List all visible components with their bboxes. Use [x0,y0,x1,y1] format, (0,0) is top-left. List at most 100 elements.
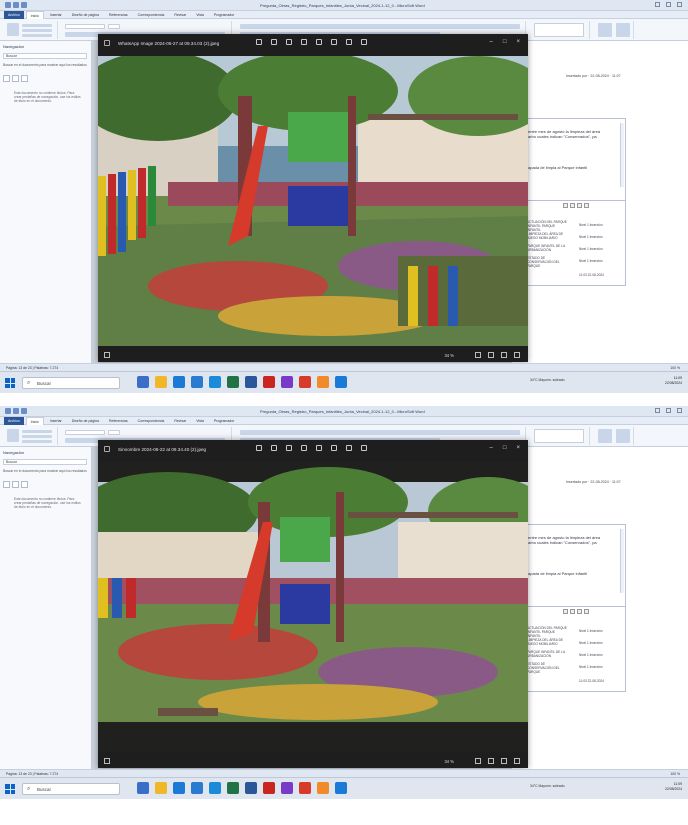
paragraph-buttons[interactable] [240,24,520,29]
review-row[interactable]: LIMPIEZA DEL ÁREA DE JUEGO MOBILIARIO Niv… [527,232,623,243]
fullscreen-icon[interactable] [514,352,520,358]
close-icon[interactable] [677,408,682,413]
review-row[interactable]: PARQUE INFANTIL DE LA URBANIZACIÓN Nivel … [527,244,623,255]
photo-window-controls[interactable]: – □ × [490,445,520,451]
fit-window-icon[interactable] [501,758,507,764]
next-icon[interactable] [584,609,589,614]
navigation-view-buttons[interactable] [3,481,28,488]
accept-icon[interactable] [563,203,568,208]
acrobat-icon[interactable] [263,376,275,388]
minimize-icon[interactable] [655,408,660,413]
maximize-icon[interactable]: □ [503,39,507,45]
zoom-percent[interactable]: 100 % [670,366,680,370]
filmstrip-icon[interactable] [104,352,110,358]
review-row[interactable]: PARQUE INFANTIL DE LA URBANIZACIÓN Nivel … [527,650,623,661]
app-icon[interactable] [299,782,311,794]
rotate-icon[interactable] [286,445,292,451]
file-explorer-icon[interactable] [155,782,167,794]
edit-icon[interactable] [331,445,337,451]
redo-icon[interactable] [21,408,27,414]
headings-view-icon[interactable] [3,481,10,488]
review-row[interactable]: ACTUACIÓN DEL PARQUE INFANTIL PARQUE INF… [527,220,623,232]
review-row[interactable]: ESTADO DE CONSERVACIÓN DEL PARQUE Nivel 1… [527,662,623,674]
format-painter-button[interactable] [22,440,52,443]
zoom-level[interactable]: 34 % [444,759,454,764]
edge-icon[interactable] [209,376,221,388]
review-buttons[interactable] [563,203,589,208]
tab-developer[interactable]: Programador [210,417,238,425]
tab-review[interactable]: Revisar [170,11,190,19]
headings-view-icon[interactable] [3,75,10,82]
next-icon[interactable] [584,203,589,208]
chrome-icon[interactable] [317,376,329,388]
review-row[interactable]: LIMPIEZA DEL ÁREA DE JUEGO MOBILIARIO Niv… [527,638,623,649]
navigation-search-input[interactable]: Buscar [3,53,87,59]
review-row[interactable]: 11:03 22-08-2024 [527,271,623,281]
tab-file[interactable]: Archivo [4,11,24,19]
maximize-icon[interactable] [666,408,671,413]
tab-mailings[interactable]: Correspondencia [134,11,169,19]
review-row[interactable]: ESTADO DE CONSERVACIÓN DEL PARQUE Nivel 1… [527,256,623,268]
share-icon[interactable] [346,39,352,45]
font-size-select[interactable] [108,430,120,435]
review-row[interactable]: 11:03 22-08-2024 [527,677,623,687]
task-view-icon[interactable] [137,376,149,388]
tab-layout[interactable]: Diseño de página [68,417,103,425]
zoom-in-icon[interactable] [271,445,277,451]
chrome-icon[interactable] [317,782,329,794]
photos-icon[interactable] [335,782,347,794]
cut-button[interactable] [22,430,52,433]
styles-gallery[interactable] [534,429,584,443]
minimize-icon[interactable]: – [490,39,493,45]
delete-icon[interactable] [301,445,307,451]
prev-icon[interactable] [577,203,582,208]
navigation-search-input[interactable]: Buscar [3,459,87,465]
store-icon[interactable] [173,782,185,794]
clock[interactable]: 11:09 22/08/2024 [665,376,682,386]
redo-icon[interactable] [21,2,27,8]
tab-insert[interactable]: Insertar [46,11,66,19]
gallery-icon[interactable] [256,39,262,45]
taskbar-search[interactable]: ⌕ Buscar [22,783,120,795]
close-icon[interactable]: × [516,445,520,451]
weather-info[interactable]: 34°C Mayorm. soleado [530,784,565,788]
page-word-count[interactable]: Página: 13 de 23 | Palabras: 7.274 [6,366,58,370]
mail-icon[interactable] [191,376,203,388]
pages-view-icon[interactable] [12,481,19,488]
prev-icon[interactable] [577,609,582,614]
tab-references[interactable]: Referencias [105,417,132,425]
clock[interactable]: 11:09 22/08/2024 [665,782,682,792]
tab-view[interactable]: Vista [192,11,208,19]
app-icon[interactable] [281,376,293,388]
editing-icon[interactable] [616,23,630,37]
photo-viewer-window[interactable]: Sinnombre 2024-08-22 at 09.34.40 (2).jpe… [98,440,528,768]
start-icon[interactable] [5,378,15,388]
change-styles-icon[interactable] [598,23,612,37]
delete-icon[interactable] [301,39,307,45]
comment-scrollbar[interactable] [620,123,624,187]
window-controls[interactable] [655,408,682,413]
tab-layout[interactable]: Diseño de página [68,11,103,19]
undo-icon[interactable] [13,408,19,414]
close-icon[interactable] [677,2,682,7]
font-size-select[interactable] [108,24,120,29]
app-icon[interactable] [299,376,311,388]
more-icon[interactable] [361,39,367,45]
photo-viewer-window[interactable]: WhatsApp Image 2024-06-27 at 09.34.03 (2… [98,34,528,362]
favorite-icon[interactable] [316,445,322,451]
tab-view[interactable]: Vista [192,417,208,425]
system-tray[interactable]: 34°C Mayorm. soleado [530,378,565,382]
word-icon[interactable] [245,782,257,794]
font-name-select[interactable] [65,430,105,435]
mail-icon[interactable] [191,782,203,794]
page-word-count[interactable]: Página: 13 de 23 | Palabras: 7.274 [6,772,58,776]
app-icon[interactable] [281,782,293,794]
copy-button[interactable] [22,435,52,438]
more-icon[interactable] [361,445,367,451]
paragraph-buttons[interactable] [240,430,520,435]
maximize-icon[interactable] [666,2,671,7]
system-tray[interactable]: 34°C Mayorm. soleado [530,784,565,788]
favorite-icon[interactable] [316,39,322,45]
tab-references[interactable]: Referencias [105,11,132,19]
excel-icon[interactable] [227,782,239,794]
